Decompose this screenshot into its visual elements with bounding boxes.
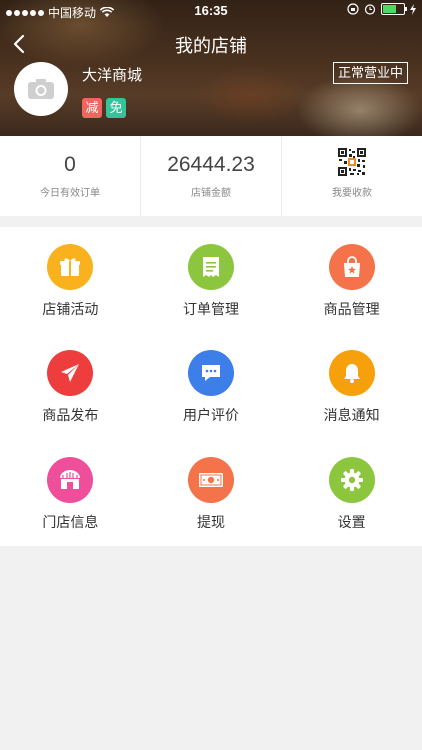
menu-label: 设置 bbox=[337, 513, 366, 530]
menu-icon-bg bbox=[47, 456, 94, 503]
shop-name: 大洋商城 bbox=[82, 67, 143, 84]
page-title: 我的店铺 bbox=[175, 36, 247, 56]
menu-label: 商品发布 bbox=[42, 407, 99, 424]
gift-icon bbox=[60, 258, 81, 276]
menu-label: 商品管理 bbox=[323, 301, 380, 317]
stats-bar: 0 今日有效订单 26444.23 店铺金额 我要收款 bbox=[0, 136, 422, 216]
menu-icon-bg bbox=[187, 456, 234, 503]
menu-icon-bg bbox=[328, 244, 375, 290]
stat-shop-balance[interactable]: 26444.23 店铺金额 bbox=[140, 136, 281, 216]
shopping-bag-icon bbox=[343, 256, 360, 277]
menu-icon-bg bbox=[187, 244, 234, 290]
battery-icon bbox=[381, 3, 407, 15]
stat-label: 我要收款 bbox=[332, 188, 372, 199]
shop-avatar[interactable] bbox=[14, 62, 68, 116]
function-menu-grid: 店铺活动 订单管理 商品管理 商品发布 用户评价 消息通知 门店信息 提现 设置 bbox=[0, 227, 422, 546]
menu-label: 店铺活动 bbox=[42, 301, 99, 317]
stat-value: 26444.23 bbox=[167, 153, 255, 176]
stat-label: 店铺金额 bbox=[191, 188, 231, 199]
alarm-icon bbox=[364, 4, 376, 15]
paper-plane-icon bbox=[61, 364, 80, 383]
chat-bubble-icon bbox=[201, 365, 220, 382]
menu-icon-bg bbox=[328, 456, 375, 503]
menu-icon-bg bbox=[47, 244, 94, 290]
nav-bar: 我的店铺 bbox=[0, 26, 422, 62]
shop-header: 中国移动 16:35 我的店铺 大洋商城 减 免 正常营业中 bbox=[0, 0, 422, 136]
menu-settings[interactable]: 设置 bbox=[281, 440, 422, 546]
menu-icon-bg bbox=[187, 350, 234, 397]
status-bar: 中国移动 16:35 bbox=[0, 0, 422, 22]
menu-shop-activities[interactable]: 店铺活动 bbox=[0, 227, 141, 333]
orientation-lock-icon bbox=[347, 3, 359, 15]
qr-code-icon bbox=[338, 148, 366, 176]
discount-badge: 减 bbox=[82, 98, 102, 118]
business-status-tag[interactable]: 正常营业中 bbox=[332, 62, 408, 84]
menu-order-management[interactable]: 订单管理 bbox=[141, 227, 282, 333]
free-badge: 免 bbox=[106, 98, 126, 118]
menu-store-info[interactable]: 门店信息 bbox=[0, 440, 141, 546]
menu-product-publish[interactable]: 商品发布 bbox=[0, 333, 141, 439]
menu-label: 门店信息 bbox=[42, 513, 99, 530]
camera-icon bbox=[28, 79, 54, 99]
menu-label: 用户评价 bbox=[182, 407, 239, 424]
menu-icon-bg bbox=[328, 350, 375, 397]
banknote-icon bbox=[198, 472, 223, 487]
menu-product-management[interactable]: 商品管理 bbox=[281, 227, 422, 333]
storefront-icon bbox=[60, 469, 81, 489]
stat-label: 今日有效订单 bbox=[40, 188, 100, 199]
charging-icon bbox=[410, 3, 416, 15]
menu-user-reviews[interactable]: 用户评价 bbox=[141, 333, 282, 439]
menu-withdraw[interactable]: 提现 bbox=[141, 440, 282, 546]
stat-value: 0 bbox=[64, 153, 76, 176]
menu-notifications[interactable]: 消息通知 bbox=[281, 333, 422, 439]
menu-label: 消息通知 bbox=[323, 407, 380, 424]
menu-label: 提现 bbox=[196, 513, 225, 530]
menu-label: 订单管理 bbox=[182, 301, 239, 317]
menu-icon-bg bbox=[47, 350, 94, 397]
stat-receive-payment[interactable]: 我要收款 bbox=[281, 136, 422, 216]
promo-badges: 减 免 bbox=[82, 98, 126, 118]
stat-today-orders[interactable]: 0 今日有效订单 bbox=[0, 136, 140, 216]
gear-icon bbox=[340, 468, 363, 491]
receipt-icon bbox=[202, 257, 219, 277]
bell-icon bbox=[343, 364, 360, 384]
